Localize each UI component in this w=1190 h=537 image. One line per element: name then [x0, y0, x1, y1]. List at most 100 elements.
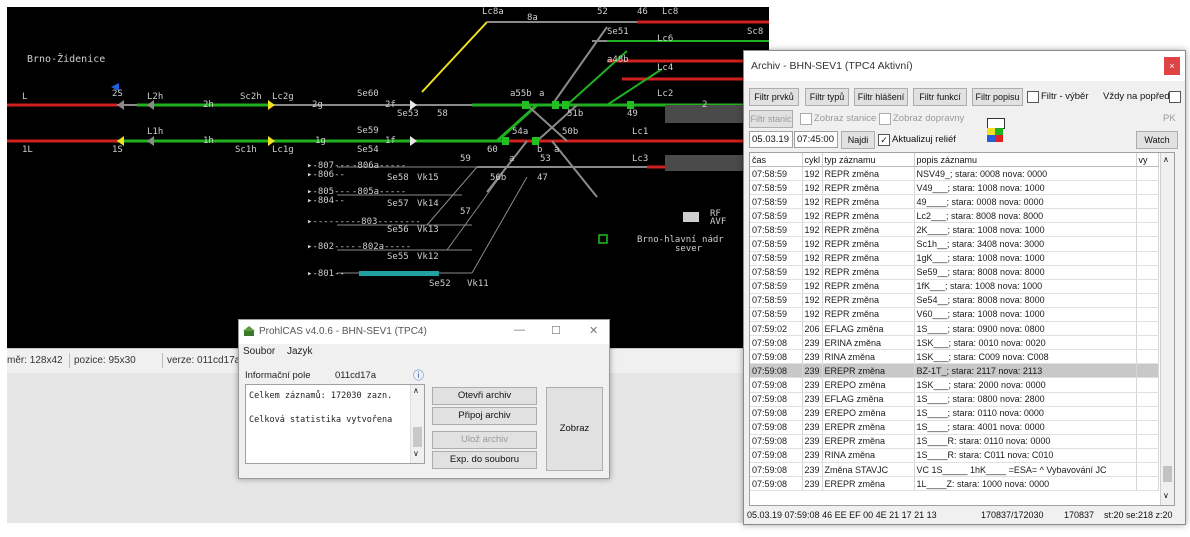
table-row[interactable]: 07:59:08 239 EREPO změna 1SK___; stara: 200…	[750, 377, 1159, 393]
track-label: 2f	[385, 100, 396, 110]
filter-elements-button[interactable]: Filtr prvků	[749, 88, 799, 106]
prohlcas-window[interactable]: ProhlCAS v4.0.6 - BHN-SEV1 (TPC4) — ☐ ✕ …	[238, 319, 610, 479]
cell-cycle: 192	[802, 180, 823, 196]
filter-functions-button[interactable]: Filtr funkcí	[913, 88, 967, 106]
table-row[interactable]: 07:58:59 192 REPR změna 1gK___; stara: 1008…	[750, 251, 1159, 266]
status-st: st:20 se:218 z:20	[1104, 510, 1173, 520]
scroll-thumb[interactable]	[1163, 466, 1172, 482]
cell-description: V49___; stara: 1008 nova: 1000	[914, 180, 1137, 196]
status-count: 170837/172030	[981, 510, 1044, 520]
filter-select-checkbox[interactable]	[1027, 91, 1039, 103]
archive-table[interactable]: čas cykl typ záznamu popis záznamu vy 07…	[749, 152, 1175, 506]
archive-status-bar: 05.03.19 07:59:08 46 EE EF 00 4E 21 17 2…	[744, 507, 1185, 524]
cell-time: 07:59:08	[750, 448, 803, 463]
attach-archive-button[interactable]: Připoj archiv	[432, 407, 537, 425]
cell-description: 1S____R: stara: 0110 nova: 0000	[914, 434, 1137, 449]
table-row[interactable]: 07:58:59 192 REPR změna Lc2___; stara: 8008…	[750, 208, 1159, 224]
cell-time: 07:59:08	[750, 434, 803, 449]
cell-vy	[1136, 166, 1159, 182]
chevron-up-icon[interactable]: ∧	[1163, 155, 1169, 164]
cell-time: 07:58:59	[750, 166, 803, 182]
archive-titlebar[interactable]: Archiv - BHN-SEV1 (TPC4 Aktivní) ×	[744, 51, 1185, 81]
save-archive-button[interactable]: Ulož archiv	[432, 431, 537, 449]
date-input[interactable]: 05.03.19	[749, 131, 793, 148]
info-textbox[interactable]: Celkem záznamů: 172030 zazn. Celková sta…	[245, 384, 425, 464]
table-row[interactable]: 07:59:08 239 EREPR změna 1S____R: stara: 01…	[750, 434, 1159, 449]
track-label: Se53	[397, 109, 419, 119]
close-icon[interactable]: ✕	[589, 324, 598, 337]
table-row[interactable]: 07:59:08 239 EREPO změna 1S____; stara: 011…	[750, 406, 1159, 421]
table-row[interactable]: 07:59:08 239 RINA změna 1SK___; stara: C009…	[750, 349, 1159, 365]
cell-description: 1S____; stara: 0110 nova: 0000	[914, 406, 1137, 421]
table-row[interactable]: 07:58:59 192 REPR změna Se54__; stara: 8008…	[750, 293, 1159, 308]
table-row[interactable]: 07:59:08 239 EREPR změna 1S____; stara: 400…	[750, 420, 1159, 435]
cell-cycle: 239	[802, 448, 823, 463]
table-row[interactable]: 07:58:59 192 REPR změna 1fK___; stara: 1008…	[750, 279, 1159, 294]
info-icon[interactable]: ⓘ	[413, 367, 424, 383]
table-row[interactable]: 07:58:59 192 REPR změna V49___; stara: 1008…	[750, 180, 1159, 196]
export-file-button[interactable]: Exp. do souboru	[432, 451, 537, 469]
filter-description-button[interactable]: Filtr popisu	[972, 88, 1023, 106]
cell-vy	[1136, 194, 1159, 210]
cell-time: 07:58:59	[750, 236, 803, 252]
close-icon[interactable]: ×	[1164, 57, 1180, 75]
table-scrollbar[interactable]: ∧ ∨	[1160, 153, 1174, 505]
table-row[interactable]: 07:58:59 192 REPR změna 49____; stara: 0008…	[750, 194, 1159, 210]
track-label: Vk15	[417, 173, 439, 183]
table-row[interactable]: 07:59:08 239 EREPR změna BZ-1T_; stara: 211…	[750, 363, 1159, 379]
table-row[interactable]: 07:58:59 192 REPR změna Se59__; stara: 8008…	[750, 265, 1159, 280]
status-size: měr: 128x42	[7, 355, 63, 366]
cell-vy	[1136, 279, 1159, 294]
table-row[interactable]: 07:59:08 239 Změna STAVJC VC 1S_____ 1hK___…	[750, 462, 1159, 478]
cell-type: REPR změna	[822, 236, 915, 252]
minimize-icon[interactable]: —	[514, 324, 525, 336]
cell-type: REPR změna	[822, 222, 915, 238]
cell-time: 07:59:08	[750, 392, 803, 407]
refresh-relief-checkbox[interactable]: ✓	[878, 134, 890, 146]
chevron-up-icon[interactable]: ∧	[413, 386, 419, 395]
filter-reports-button[interactable]: Filtr hlášení	[854, 88, 908, 106]
open-archive-button[interactable]: Otevři archiv	[432, 387, 537, 405]
column-header-vy[interactable]: vy	[1136, 153, 1159, 167]
menu-soubor[interactable]: Soubor	[243, 346, 275, 357]
cell-vy	[1136, 335, 1159, 351]
time-input[interactable]: 07:45:00	[794, 131, 838, 148]
railway-diagram[interactable]: Brno-Židenice Lc8a 8a 52 46 Lc8 Sc8 Se51…	[7, 7, 769, 348]
cell-type: REPR změna	[822, 180, 915, 196]
cell-description: 1fK___; stara: 1008 nova: 1000	[914, 279, 1137, 294]
chevron-down-icon[interactable]: ∨	[1163, 491, 1169, 500]
column-header-cycle[interactable]: cykl	[802, 153, 823, 167]
table-row[interactable]: 07:58:59 192 REPR změna V60___; stara: 1008…	[750, 307, 1159, 323]
cell-cycle: 206	[802, 321, 823, 337]
column-header-time[interactable]: čas	[750, 153, 803, 167]
filter-types-button[interactable]: Filtr typů	[805, 88, 849, 106]
show-button[interactable]: Zobraz	[546, 387, 603, 471]
table-row[interactable]: 07:58:59 192 REPR změna Sc1h__; stara: 3408…	[750, 236, 1159, 252]
table-row[interactable]: 07:59:08 239 EREPR změna 1L____Z: stara: 10…	[750, 476, 1159, 492]
table-row[interactable]: 07:59:02 206 EFLAG změna 1S____; stara: 090…	[750, 321, 1159, 337]
prohlcas-titlebar[interactable]: ProhlCAS v4.0.6 - BHN-SEV1 (TPC4) — ☐ ✕	[239, 320, 609, 344]
info-scrollbar[interactable]: ∧ ∨	[410, 385, 424, 463]
table-row[interactable]: 07:59:08 239 RINA změna 1S____R: stara: C01…	[750, 448, 1159, 463]
column-header-type[interactable]: typ záznamu	[822, 153, 915, 167]
watch-button[interactable]: Watch	[1136, 131, 1178, 149]
menu-jazyk[interactable]: Jazyk	[287, 346, 313, 357]
track-label: 1g	[315, 136, 326, 146]
table-row[interactable]: 07:58:59 192 REPR změna NSV49_; stara: 0008…	[750, 166, 1159, 182]
table-row[interactable]: 07:59:08 239 EFLAG změna 1S____; stara: 080…	[750, 392, 1159, 407]
maximize-icon[interactable]: ☐	[551, 324, 561, 337]
always-on-top-checkbox[interactable]	[1169, 91, 1181, 103]
filter-stations-button[interactable]: Filtr stanic	[749, 110, 793, 128]
show-dopravny-checkbox[interactable]	[879, 113, 891, 125]
table-row[interactable]: 07:58:59 192 REPR změna 2K____; stara: 1008…	[750, 222, 1159, 238]
chevron-down-icon[interactable]: ∨	[413, 449, 419, 458]
track-label: 56b	[490, 173, 507, 183]
archive-window[interactable]: Archiv - BHN-SEV1 (TPC4 Aktivní) × Filtr…	[743, 50, 1186, 525]
table-row[interactable]: 07:59:08 239 ERINA změna 1SK___; stara: 001…	[750, 335, 1159, 351]
show-stations-checkbox[interactable]	[800, 113, 812, 125]
cell-vy	[1136, 420, 1159, 435]
scroll-thumb[interactable]	[413, 427, 422, 447]
track-label: L	[22, 92, 28, 102]
find-button[interactable]: Najdi	[841, 131, 875, 149]
column-header-description[interactable]: popis záznamu	[914, 153, 1137, 167]
